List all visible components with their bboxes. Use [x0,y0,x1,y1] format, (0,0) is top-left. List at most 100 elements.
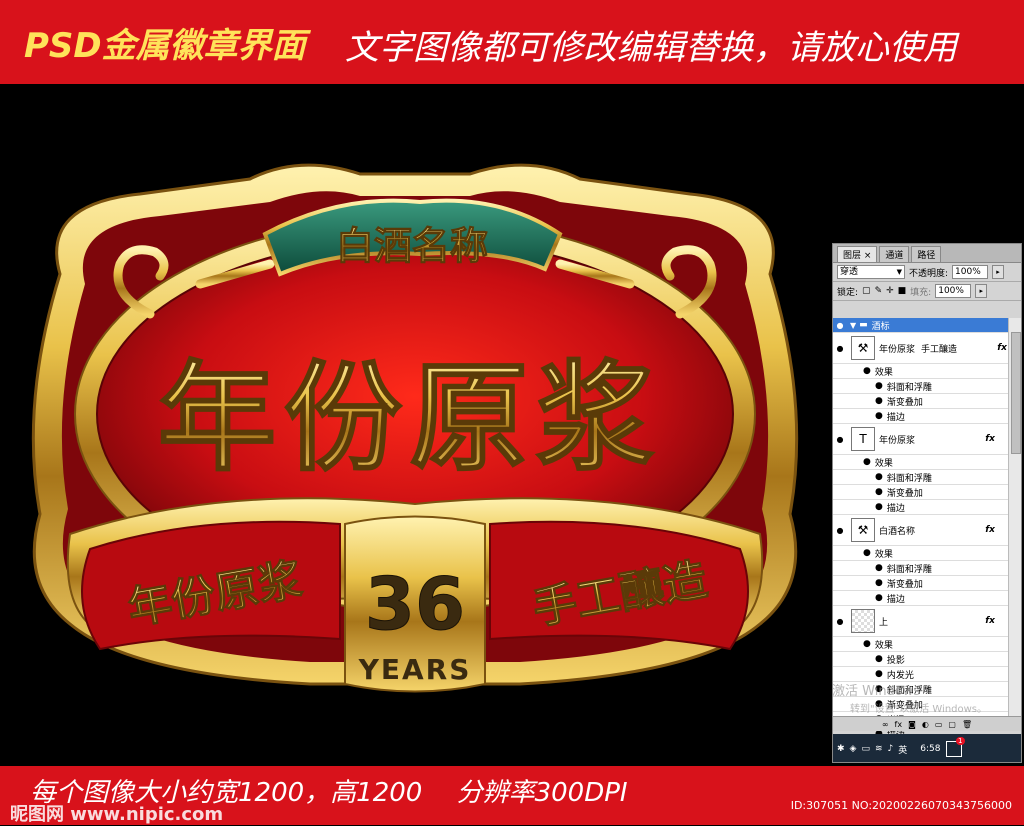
eye-icon[interactable]: ● [875,487,883,497]
eye-icon[interactable]: ● [875,381,883,391]
opacity-input[interactable]: 100% [952,265,989,279]
expand-triangle-icon[interactable]: ▼ [850,321,856,330]
eye-icon[interactable]: ● [875,578,883,588]
eye-icon[interactable]: ● [863,366,871,376]
eye-icon[interactable]: ● [833,321,847,330]
language-icon[interactable]: 英 [898,743,907,756]
footer-bar: 每个图像大小约宽1200，高1200 分辨率300DPI 昵图网 www.nip… [0,766,1024,825]
eye-icon[interactable]: ● [833,526,847,535]
fill-input[interactable]: 100% [935,284,972,298]
activate-windows-subtext: 转到"设置"以激活 Windows。 [850,704,988,715]
blend-mode-select[interactable]: 穿透 ▼ [837,265,905,279]
layers-scrollbar[interactable] [1008,318,1021,716]
fx-icon[interactable]: fx [985,616,995,626]
effects-row[interactable]: ● 效果 [833,364,1009,379]
fx-icon[interactable]: fx [985,525,995,535]
lock-all-icon[interactable]: ■ [898,286,907,296]
eye-icon[interactable]: ● [875,472,883,482]
effect-item[interactable]: ● 渐变叠加 [833,576,1009,591]
effect-name: 投影 [886,655,905,666]
activate-windows-text: 激活 Windows [832,684,921,699]
blend-mode-value: 穿透 [840,267,859,277]
lock-transparent-icon[interactable]: ▢ [862,286,871,296]
lock-brush-icon[interactable]: ✎ [875,286,883,296]
effects-row[interactable]: ● 效果 [833,546,1009,561]
effect-name: 渐变叠加 [886,579,923,590]
lock-row: 锁定: ▢ ✎ ✛ ■ 填充: 100% ▸ [833,282,1021,301]
checker-thumbnail-icon [851,609,875,633]
tab-channels[interactable]: 通道 [879,246,910,262]
fx-add-icon[interactable]: fx [895,720,903,729]
effect-item[interactable]: ● 渐变叠加 [833,485,1009,500]
eye-icon[interactable]: ● [833,617,847,626]
layer-group-row[interactable]: ● ▼ ▬ 酒标 [833,318,1009,333]
fill-label: 填充: [910,287,932,298]
effect-item[interactable]: ● 斜面和浮雕 [833,470,1009,485]
fx-icon[interactable]: fx [997,343,1007,353]
new-layer-icon[interactable]: ▢ [948,720,956,729]
fx-icon[interactable]: fx [985,434,995,444]
eye-icon[interactable]: ● [875,669,883,679]
panel-footer: ∞ fx ◙ ◐ ▭ ▢ 🗑 [833,716,1021,731]
layer-row[interactable]: ● T 年份原浆 fx [833,424,1009,455]
header-subtitle: 文字图像都可修改编辑替换，请放心使用 [345,28,957,68]
security-icon[interactable]: ◈ [850,744,857,754]
eye-icon[interactable]: ● [875,502,883,512]
eye-icon[interactable]: ● [863,639,871,649]
smart-object-thumbnail-icon: ⚒ [851,336,875,360]
effect-item[interactable]: ● 斜面和浮雕 [833,379,1009,394]
lock-label: 锁定: [837,287,859,298]
effects-row[interactable]: ● 效果 [833,455,1009,470]
effect-item[interactable]: ●描边 [833,591,1009,606]
bluetooth-icon[interactable]: ✱ [837,744,845,754]
effect-name: 描边 [886,503,905,514]
effect-item[interactable]: ● 斜面和浮雕 [833,561,1009,576]
mask-icon[interactable]: ◙ [908,720,916,729]
effects-label: 效果 [874,458,893,469]
layer-row[interactable]: ● ⚒ 年份原浆 手工釀造 fx [833,333,1009,364]
eye-icon[interactable]: ● [875,593,883,603]
effect-name: 渐变叠加 [886,397,923,408]
scrollbar-thumb[interactable] [1011,332,1021,454]
effects-row[interactable]: ● 效果 [833,637,1009,652]
effect-item[interactable]: ● 渐变叠加 [833,394,1009,409]
image-id: ID:307051 NO:20200226070343756000 [790,799,1012,812]
effects-label: 效果 [874,640,893,651]
chevron-down-icon: ▼ [896,268,902,276]
eye-icon[interactable]: ● [863,548,871,558]
fill-slider-button[interactable]: ▸ [975,284,988,298]
layer-row[interactable]: ● 上 fx [833,606,1009,637]
volume-icon[interactable]: ♪ [888,744,894,754]
wifi-icon[interactable]: ≋ [875,744,883,754]
layer-name: 白酒名称 [879,526,916,537]
layers-list: ● ▼ ▬ 酒标 ● ⚒ 年份原浆 手工釀造 fx ● 效果 ● 斜面和浮雕 ● 渐变… [833,318,1009,742]
eye-icon[interactable]: ● [833,435,847,444]
clock[interactable]: 6:58 [920,744,940,754]
effect-item[interactable]: ● 投影 [833,652,1009,667]
eye-icon[interactable]: ● [875,396,883,406]
tab-layers[interactable]: 图层 × [837,246,878,262]
eye-icon[interactable]: ● [863,457,871,467]
effect-name: 描边 [886,594,905,605]
layer-row[interactable]: ● ⚒ 白酒名称 fx [833,515,1009,546]
eye-icon[interactable]: ● [833,344,847,353]
battery-icon[interactable]: ▭ [861,744,870,754]
eye-icon[interactable]: ● [875,563,883,573]
eye-icon[interactable]: ● [875,654,883,664]
effect-name: 斜面和浮雕 [886,382,932,393]
new-group-icon[interactable]: ▭ [935,720,943,729]
adjustment-icon[interactable]: ◐ [922,720,929,729]
lock-move-icon[interactable]: ✛ [886,286,894,296]
text-layer-thumbnail-icon: T [851,427,875,451]
smart-object-thumbnail-icon: ⚒ [851,518,875,542]
eye-icon[interactable]: ● [875,411,883,421]
link-icon[interactable]: ∞ [882,720,889,729]
opacity-slider-button[interactable]: ▸ [992,265,1005,279]
effect-item[interactable]: ●描边 [833,409,1009,424]
header-bar: PSD金属徽章界面 文字图像都可修改编辑替换，请放心使用 [0,0,1024,84]
effect-item[interactable]: ●描边 [833,500,1009,515]
tab-paths[interactable]: 路径 [911,246,942,262]
folder-icon: ▬ [859,320,868,330]
trash-icon[interactable]: 🗑 [962,720,972,729]
notification-icon[interactable]: 1 [945,737,965,757]
